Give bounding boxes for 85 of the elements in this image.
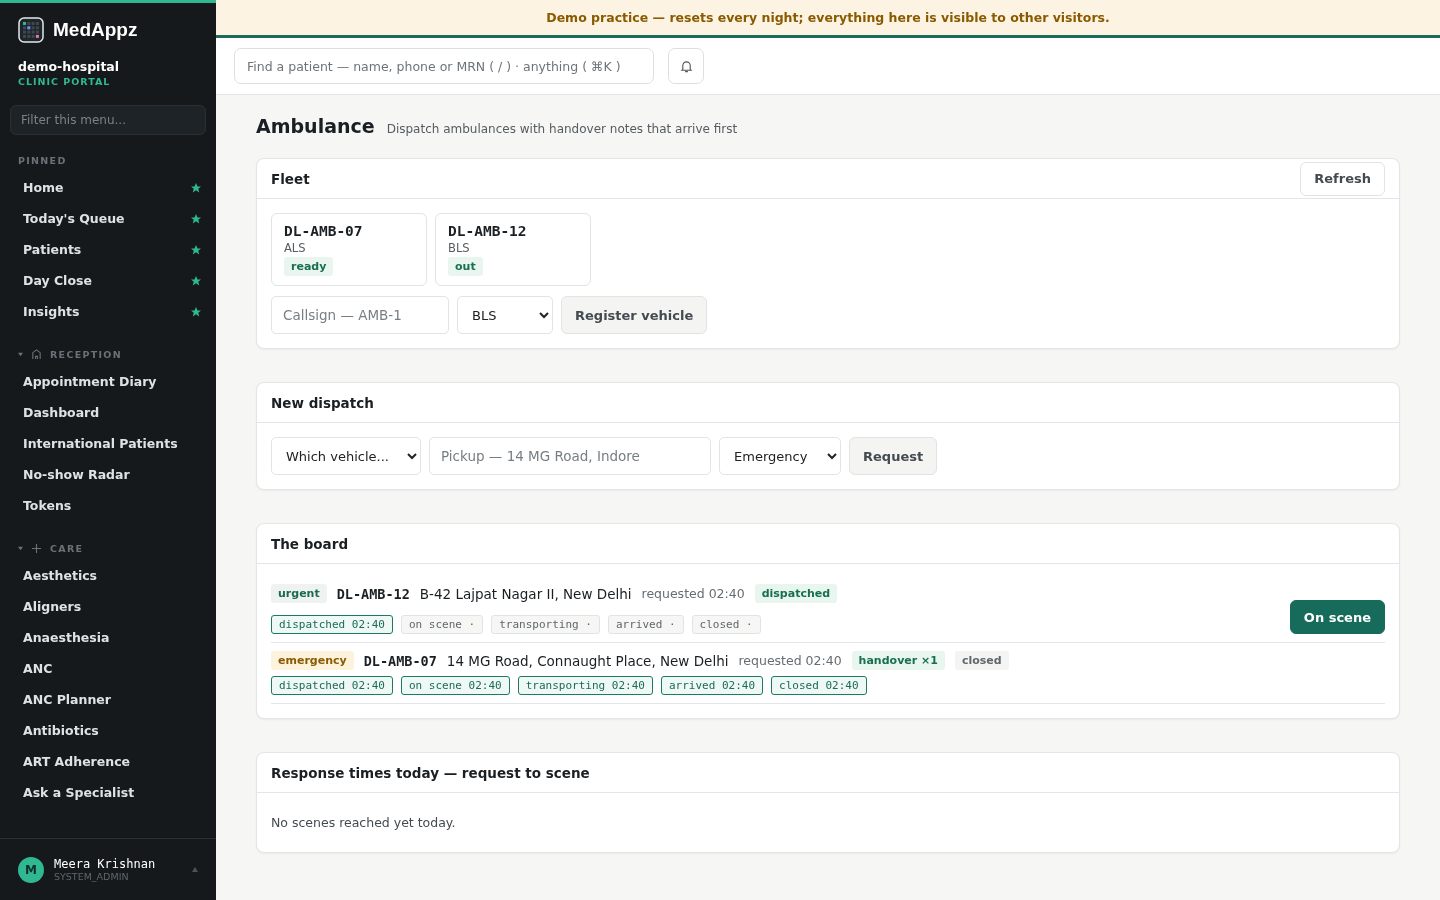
demo-banner: Demo practice — resets every night; everything here is visible to other visitors. [216,0,1440,38]
status-tag: handover ×1 [851,651,945,670]
address-text: 14 MG Road, Connaught Place, New Delhi [446,652,729,669]
callsign-field[interactable]: Callsign — AMB-1 [271,296,449,334]
requested-time: requested 02:40 [641,586,745,601]
timeline-step: dispatched 02:40 [271,615,393,634]
sidebar-item[interactable]: No-show Radar [0,459,216,490]
sidebar-item[interactable]: Today's Queue [23,211,125,226]
request-button[interactable]: Request [849,437,938,475]
org-name: demo-hospital [17,58,121,74]
portal-label: CLINIC PORTAL [17,75,112,87]
sidebar-item[interactable]: Anaesthesia [0,622,216,653]
timeline-step: arrived 02:40 [660,676,764,695]
priority-tag: emergency [271,651,354,670]
card-title: New dispatch [271,393,374,413]
vehicle-type: ALS [284,241,306,255]
timeline-step: closed · [691,615,761,634]
sidebar-item[interactable]: Tokens [0,490,216,521]
vehicle-callsign: DL-AMB-12 [448,223,527,239]
vehicle-callsign: DL-AMB-07 [363,652,437,669]
timeline-step: arrived · [607,615,684,634]
timeline-step: transporting · [491,615,600,634]
user-name: Meera Krishnan [54,857,157,871]
user-avatar[interactable]: M [18,856,44,883]
card-title: Fleet [271,169,310,189]
sidebar-item[interactable]: Dashboard [0,397,216,428]
sidebar-item[interactable]: Appointment Diary [0,366,216,397]
sidebar-item[interactable]: Home [23,180,64,195]
sidebar-item[interactable]: Day Close [23,273,92,288]
status-tag: dispatched [754,584,838,603]
card-title: Response times today — request to scene [271,763,590,783]
app-logo-icon [18,17,44,43]
section-label: CARE [50,543,84,554]
card-title: The board [271,534,349,554]
sidebar-item[interactable]: ANC [0,653,216,684]
sidebar-item[interactable]: Aesthetics [0,560,216,591]
user-role: SYSTEM_ADMIN [54,871,130,882]
star-icon[interactable] [190,274,202,287]
status-tag: out [448,257,483,276]
building-icon [31,349,42,360]
vehicle-callsign: DL-AMB-12 [336,585,410,602]
priority-select[interactable]: Emergency [719,437,841,475]
plus-icon [31,543,42,554]
sidebar-item[interactable]: ANC Planner [0,684,216,715]
vehicle-type: BLS [448,241,470,255]
refresh-button[interactable]: Refresh [1300,161,1385,196]
section-label: PINNED [18,155,67,166]
caret-icon[interactable] [18,546,23,551]
timeline-step: on scene 02:40 [401,676,510,695]
timeline-step: closed 02:40 [771,676,867,695]
sidebar-item[interactable]: Aligners [0,591,216,622]
empty-message: No scenes reached yet today. [271,815,457,830]
status-tag: ready [284,257,334,276]
on-scene-button[interactable]: On scene [1289,600,1385,634]
timeline-step: dispatched 02:40 [271,676,393,695]
timeline-step: on scene · [401,615,484,634]
sidebar-item[interactable]: ART Adherence [0,746,216,777]
timeline-step: transporting 02:40 [517,676,653,695]
sidebar-item[interactable]: Ask a Specialist [0,777,216,808]
star-icon[interactable] [190,243,202,256]
brand-name: MedAppz [53,19,138,41]
notifications-button[interactable] [668,48,704,84]
register-vehicle-button[interactable]: Register vehicle [561,296,708,334]
sidebar-item[interactable]: Insights [23,304,80,319]
sidebar-item[interactable]: International Patients [0,428,216,459]
vehicle-select[interactable]: Which vehicle... [271,437,421,475]
vehicle-type-select[interactable]: BLS [457,296,553,334]
star-icon[interactable] [190,181,202,194]
status-tag: closed [954,651,1009,670]
page-subtitle: Dispatch ambulances with handover notes that arrive first [386,122,738,136]
star-icon[interactable] [190,305,202,318]
requested-time: requested 02:40 [738,653,842,668]
bell-icon [679,59,693,73]
menu-filter-field[interactable]: Filter this menu... [10,105,206,135]
section-label: RECEPTION [50,349,122,360]
page-title: Ambulance [256,115,375,137]
caret-icon[interactable] [18,352,23,357]
priority-tag: urgent [271,584,327,603]
address-text: B-42 Lajpat Nagar II, New Delhi [419,585,632,602]
sidebar-item[interactable]: Antibiotics [0,715,216,746]
search-field[interactable]: Find a patient — name, phone or MRN ( / ) · anything ( ⌘K ) [234,48,654,84]
star-icon[interactable] [190,212,202,225]
vehicle-callsign: DL-AMB-07 [284,223,363,239]
sidebar-item[interactable]: Patients [23,242,82,257]
pickup-field[interactable]: Pickup — 14 MG Road, Indore [429,437,711,475]
